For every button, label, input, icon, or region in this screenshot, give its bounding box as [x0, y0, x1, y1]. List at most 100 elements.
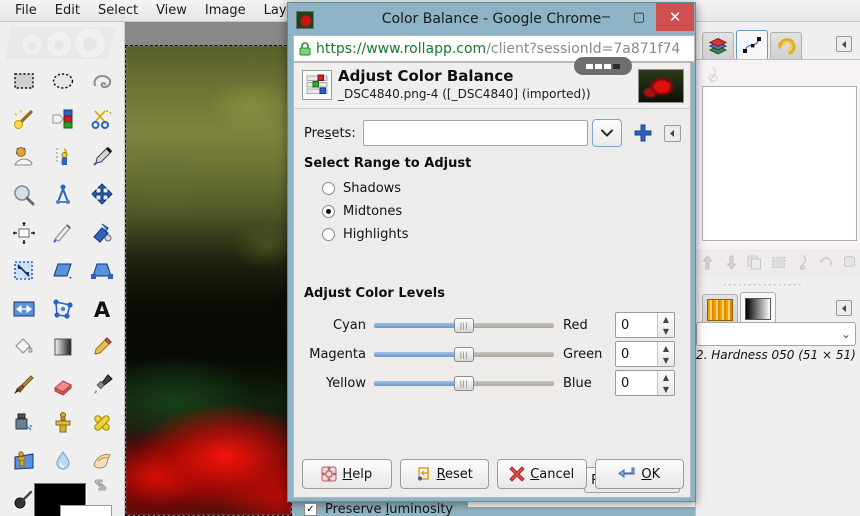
- url-bar[interactable]: https://www.rollapp.com/client?sessionId…: [293, 35, 695, 62]
- tool-paintbrush[interactable]: [4, 366, 43, 404]
- wilber-dropzone-icon: [4, 25, 122, 61]
- tool-free-select[interactable]: [82, 62, 121, 100]
- swap-colors-icon[interactable]: [92, 477, 108, 493]
- radio-shadows-indicator: [322, 182, 335, 195]
- tab-undo-history[interactable]: [770, 32, 802, 60]
- background-color-swatch[interactable]: [60, 505, 112, 516]
- tab-gradients[interactable]: [740, 292, 776, 324]
- dock-menu-button[interactable]: [836, 36, 852, 52]
- slider-magenta-green[interactable]: |||: [374, 344, 554, 364]
- menu-edit[interactable]: Edit: [46, 1, 89, 20]
- lower-path-icon[interactable]: [724, 255, 739, 273]
- slider-cyan-red[interactable]: |||: [374, 315, 554, 335]
- spinner-red[interactable]: 0 ▲ ▼: [615, 312, 675, 338]
- duplicate-path-icon[interactable]: [747, 255, 762, 273]
- maximize-button[interactable]: ▢: [622, 3, 656, 31]
- tool-airbrush[interactable]: [82, 366, 121, 404]
- tool-measure[interactable]: [43, 176, 82, 214]
- tool-move[interactable]: [82, 176, 121, 214]
- tool-paths[interactable]: [43, 138, 82, 176]
- tool-select-by-color[interactable]: [43, 100, 82, 138]
- paths-list[interactable]: [702, 86, 857, 241]
- tool-clone[interactable]: [43, 404, 82, 442]
- spinner-green-down-icon[interactable]: ▼: [658, 354, 674, 366]
- presets-input[interactable]: [362, 120, 588, 146]
- menu-image[interactable]: Image: [196, 1, 255, 20]
- tool-perspective[interactable]: [82, 252, 121, 290]
- radio-highlights[interactable]: Highlights: [322, 227, 408, 242]
- raise-path-icon[interactable]: [700, 255, 715, 273]
- delete-path-icon[interactable]: [842, 255, 857, 273]
- tool-shear[interactable]: [43, 252, 82, 290]
- tool-fuzzy-select[interactable]: [4, 100, 43, 138]
- tool-crop[interactable]: [43, 214, 82, 252]
- tool-ink[interactable]: [4, 404, 43, 442]
- slider-cyan-red-handle[interactable]: |||: [454, 318, 474, 333]
- slider-yellow-blue-handle[interactable]: |||: [454, 376, 474, 391]
- tool-zoom[interactable]: [4, 176, 43, 214]
- spinner-blue-down-icon[interactable]: ▼: [658, 383, 674, 395]
- spinner-green[interactable]: 0 ▲ ▼: [615, 341, 675, 367]
- tab-paths[interactable]: [736, 30, 768, 60]
- tool-foreground-select[interactable]: [4, 138, 43, 176]
- tool-flip[interactable]: [4, 290, 43, 328]
- presets-add-button[interactable]: [630, 120, 656, 146]
- presets-menu-button[interactable]: [663, 124, 681, 142]
- radio-midtones[interactable]: Midtones: [322, 204, 402, 219]
- refresh-path-icon[interactable]: [818, 255, 833, 273]
- close-button[interactable]: ✕: [656, 3, 694, 31]
- spinner-green-arrows[interactable]: ▲ ▼: [657, 342, 674, 366]
- tool-rect-select[interactable]: [4, 62, 43, 100]
- tool-heal[interactable]: [82, 404, 121, 442]
- gradients-icon: [745, 297, 771, 320]
- spinner-blue[interactable]: 0 ▲ ▼: [615, 370, 675, 396]
- menu-select[interactable]: Select: [89, 1, 147, 20]
- tool-scale[interactable]: [4, 252, 43, 290]
- spinner-blue-arrows[interactable]: ▲ ▼: [657, 371, 674, 395]
- tool-color-picker[interactable]: [82, 138, 121, 176]
- tool-rotate[interactable]: [82, 214, 121, 252]
- ok-button[interactable]: OK: [594, 459, 684, 489]
- tab-layers[interactable]: [702, 32, 734, 60]
- tool-alignment[interactable]: [4, 214, 43, 252]
- slider-yellow-blue[interactable]: |||: [374, 373, 554, 393]
- checkbox-preserve-luminosity[interactable]: ✓ Preserve luminosity: [304, 502, 453, 516]
- slider-row-cyan-red: Cyan ||| Red 0 ▲ ▼: [304, 312, 682, 338]
- minimize-button[interactable]: −: [589, 3, 623, 31]
- menu-file[interactable]: File: [6, 1, 46, 20]
- path-to-selection-icon[interactable]: [771, 255, 786, 273]
- cancel-button[interactable]: Cancel: [497, 459, 587, 489]
- tool-scissors-select[interactable]: [82, 100, 121, 138]
- tool-gradient[interactable]: [43, 328, 82, 366]
- stroke-path-icon[interactable]: [795, 255, 810, 273]
- brush-combo[interactable]: ⌄: [696, 322, 856, 346]
- paths-visibility-icon[interactable]: [704, 65, 722, 86]
- spinner-blue-up-icon[interactable]: ▲: [658, 371, 674, 383]
- menu-view[interactable]: View: [147, 1, 196, 20]
- dock-drag-handle[interactable]: [696, 280, 860, 290]
- image-canvas[interactable]: [125, 45, 292, 516]
- spinner-red-up-icon[interactable]: ▲: [658, 313, 674, 325]
- help-button[interactable]: Help: [302, 459, 392, 489]
- spinner-red-down-icon[interactable]: ▼: [658, 325, 674, 337]
- tool-perspective-clone[interactable]: [4, 442, 43, 480]
- reset-button[interactable]: Reset: [399, 459, 489, 489]
- presets-dropdown-button[interactable]: [591, 119, 622, 147]
- tab-brushes[interactable]: [702, 294, 738, 324]
- spinner-red-arrows[interactable]: ▲ ▼: [657, 313, 674, 337]
- tool-cage-transform[interactable]: [43, 290, 82, 328]
- preview-toggle-pill[interactable]: [574, 57, 632, 75]
- radio-shadows[interactable]: Shadows: [322, 181, 401, 196]
- tool-eraser[interactable]: [43, 366, 82, 404]
- chrome-titlebar[interactable]: Color Balance - Google Chrome − ▢ ✕: [288, 3, 695, 37]
- dock-lower-menu-button[interactable]: [836, 300, 852, 316]
- tool-bucket-fill[interactable]: [4, 328, 43, 366]
- tool-ellipse-select[interactable]: [43, 62, 82, 100]
- tool-pencil[interactable]: [82, 328, 121, 366]
- tool-text[interactable]: A: [82, 290, 121, 328]
- tool-blur-sharpen[interactable]: [43, 442, 82, 480]
- tool-smudge[interactable]: [82, 442, 121, 480]
- spinner-green-up-icon[interactable]: ▲: [658, 342, 674, 354]
- dialog-title: Adjust Color Balance: [338, 67, 514, 85]
- slider-magenta-green-handle[interactable]: |||: [454, 347, 474, 362]
